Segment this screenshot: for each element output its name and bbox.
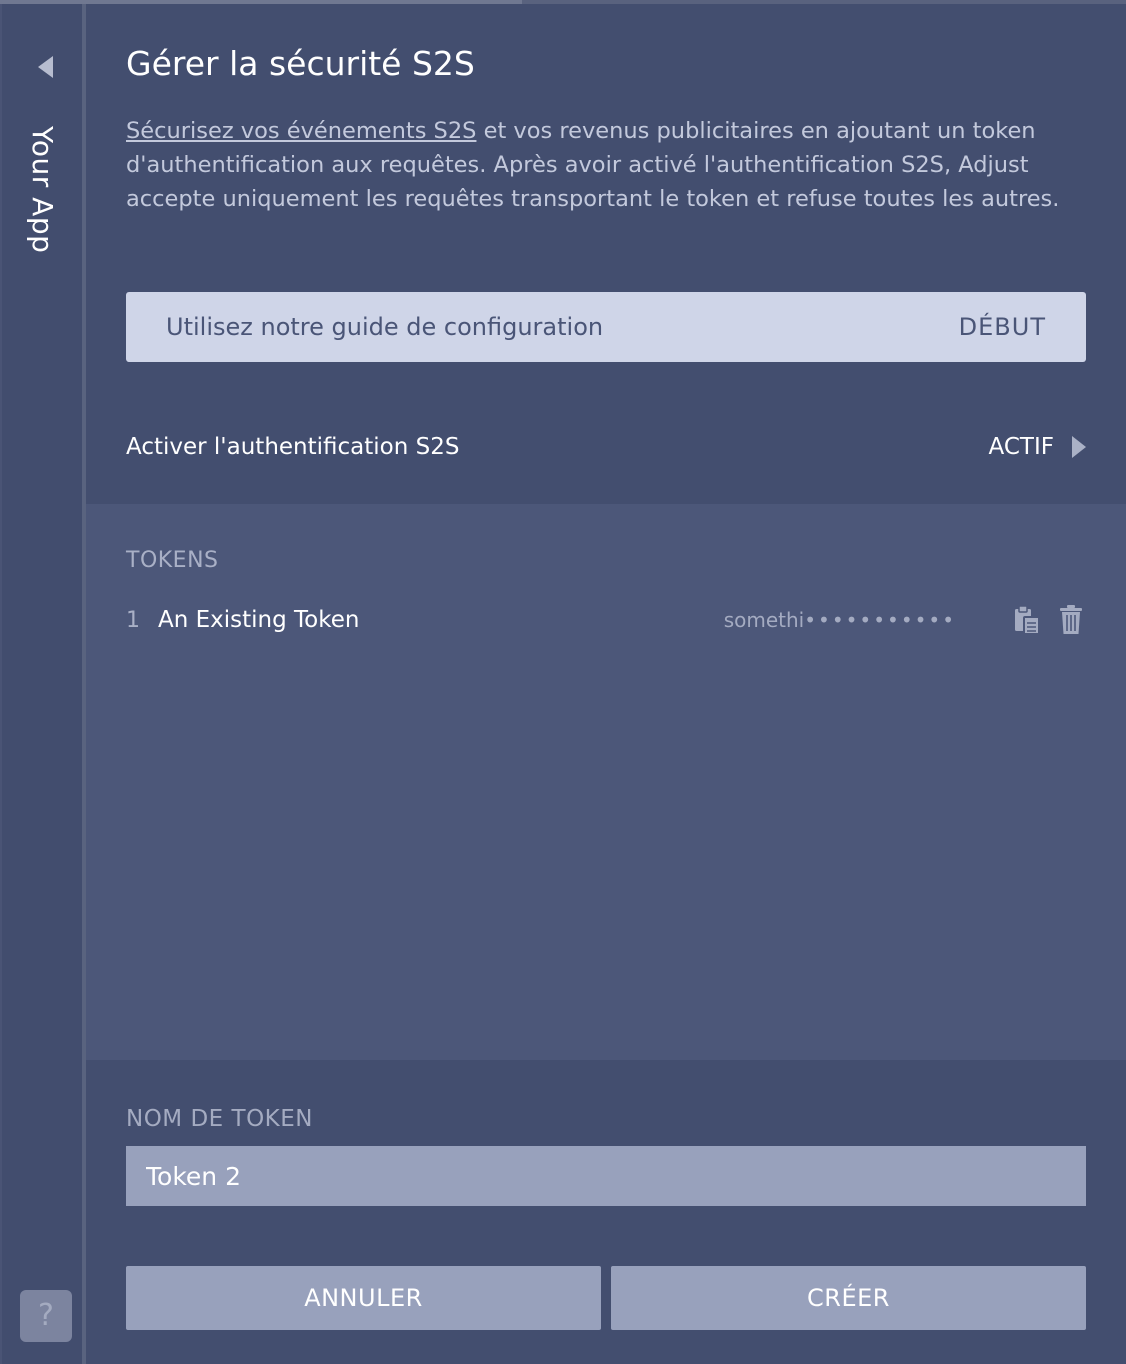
guide-start-button[interactable]: DÉBUT [959, 313, 1046, 341]
s2s-security-panel: Gérer la sécurité S2S Sécurisez vos évén… [86, 4, 1126, 1364]
token-value-prefix: somethi [723, 608, 805, 632]
guide-label: Utilisez notre guide de configuration [166, 313, 604, 341]
trash-icon[interactable] [1056, 603, 1086, 637]
app-sidebar: Your App ? [0, 4, 84, 1364]
help-button[interactable]: ? [20, 1290, 72, 1342]
page-description: Sécurisez vos événements S2S et vos reve… [126, 114, 1076, 216]
token-name: An Existing Token [158, 607, 360, 633]
chevron-right-icon [1072, 436, 1086, 458]
token-value-mask: ••••••••••• [804, 608, 956, 632]
auth-label: Activer l'authentification S2S [126, 434, 460, 460]
tokens-heading: TOKENS [126, 548, 219, 573]
tokens-panel [86, 504, 1126, 1060]
s2s-auth-row[interactable]: Activer l'authentification S2S ACTIF [126, 424, 1086, 470]
token-index: 1 [126, 607, 140, 633]
back-arrow-icon[interactable] [36, 54, 54, 80]
page-title: Gérer la sécurité S2S [126, 44, 475, 83]
app-name: Your App [26, 126, 59, 254]
auth-status-toggle[interactable]: ACTIF [989, 434, 1086, 460]
token-value: somethi••••••••••• [724, 608, 956, 632]
secure-events-link[interactable]: Sécurisez vos événements S2S [126, 118, 476, 144]
setup-guide-banner[interactable]: Utilisez notre guide de configuration DÉ… [126, 292, 1086, 362]
auth-status-text: ACTIF [988, 434, 1054, 460]
token-row: 1 An Existing Token somethi••••••••••• [126, 600, 1086, 640]
token-name-input[interactable] [126, 1146, 1086, 1206]
create-button[interactable]: CRÉER [611, 1266, 1086, 1330]
token-name-label: NOM DE TOKEN [126, 1106, 313, 1132]
cancel-button[interactable]: ANNULER [126, 1266, 601, 1330]
copy-clipboard-icon[interactable] [1012, 603, 1042, 637]
